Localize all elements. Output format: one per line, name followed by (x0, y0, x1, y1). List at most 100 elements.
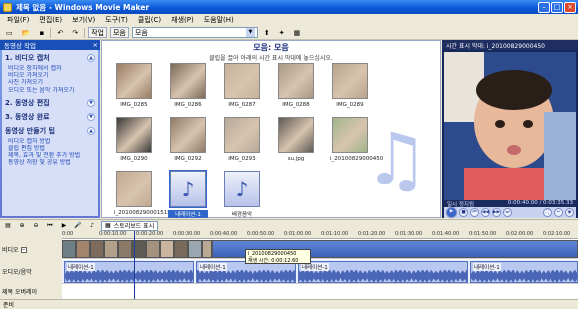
collection-clip[interactable]: IMG_0288 (276, 63, 316, 108)
task-group-header[interactable]: 3. 동영상 완료 ▼ (5, 112, 95, 122)
audio-clip[interactable]: 내레이션-1 (64, 261, 194, 283)
next-frame-icon[interactable]: ⏭ (503, 208, 512, 217)
audio-clip-label: 내레이션-1 (473, 263, 501, 271)
menu-help[interactable]: 도움말(H) (199, 15, 239, 25)
video-clip[interactable] (118, 240, 132, 258)
collection-select[interactable]: 모음 ▼ (131, 27, 258, 38)
audio-track[interactable]: 내레이션-1 내레이션-1 내레이션-1 내레이션-1 (62, 260, 578, 284)
new-folder-icon[interactable]: ✦ (276, 27, 288, 38)
collection-clip[interactable]: IMG_0289 (330, 63, 370, 108)
video-clip[interactable] (188, 240, 202, 258)
up-folder-icon[interactable]: ⬆ (261, 27, 273, 38)
photo-thumbnail (116, 171, 152, 207)
playhead-indicator[interactable] (134, 231, 135, 299)
chevron-up-icon[interactable]: ▲ (87, 54, 95, 62)
track-label-audio[interactable]: 오디오/음악 (2, 267, 32, 276)
zoom-in-icon[interactable]: ⊕ (17, 221, 27, 230)
video-clip[interactable] (90, 240, 104, 258)
menu-view[interactable]: 보기(V) (67, 15, 100, 25)
save-project-icon[interactable]: ▪ (36, 27, 47, 38)
collection-clip[interactable]: i_201008290001515 (114, 171, 171, 216)
rewind-timeline-icon[interactable]: ⏮ (45, 221, 55, 230)
timeline-menu-icon[interactable]: ▤ (3, 221, 13, 230)
task-link[interactable]: 클립 편집 방법 (5, 145, 95, 152)
task-link[interactable]: 비디오 캡처 방법 (5, 138, 95, 145)
previous-frame-icon[interactable]: ⏮ (470, 208, 479, 217)
new-project-icon[interactable]: ▭ (3, 27, 16, 38)
task-link[interactable]: 오디오 또는 음악 가져오기 (5, 87, 95, 94)
ruler-tick-label: 0:01:20.00 (358, 231, 386, 237)
chevron-down-icon[interactable]: ▼ (87, 98, 95, 107)
close-pane-icon[interactable]: × (93, 41, 98, 49)
open-project-icon[interactable]: 📂 (19, 27, 34, 38)
minimize-button[interactable]: – (538, 1, 550, 13)
menu-file[interactable]: 파일(F) (2, 15, 34, 25)
play-icon[interactable]: ▶ (446, 207, 457, 218)
views-icon[interactable]: ▦ (291, 27, 304, 38)
fast-forward-icon[interactable]: ▶▶ (492, 208, 501, 217)
video-track[interactable] (62, 239, 578, 259)
audio-track-label: 오디오/음악 (2, 269, 32, 276)
zoom-out-icon[interactable]: ⊖ (31, 221, 41, 230)
task-link[interactable]: 제목, 효과 및 전환 추가 방법 (5, 152, 95, 159)
maximize-button[interactable]: □ (551, 1, 563, 13)
task-group-header[interactable]: 2. 동영상 편집 ▼ (5, 98, 95, 108)
stop-icon[interactable]: ■ (459, 208, 468, 217)
status-bar: 준비 (0, 299, 578, 309)
chevron-down-icon[interactable]: ▼ (87, 112, 95, 121)
audio-clip[interactable]: 내레이션-1 (470, 261, 578, 283)
narrate-icon[interactable]: 🎤 (73, 221, 83, 230)
track-label-video[interactable]: 비디오 − (2, 245, 27, 254)
close-button[interactable]: × (564, 1, 576, 13)
collection-clip[interactable]: ♪ 배경음악 (222, 171, 262, 218)
video-clip[interactable] (146, 240, 160, 258)
fullscreen-icon[interactable]: ⛶ (543, 208, 552, 217)
undo-icon[interactable]: ↶ (54, 27, 66, 38)
window-title: 제목 없음 - Windows Movie Maker (16, 2, 150, 12)
expand-icon[interactable]: − (20, 246, 27, 253)
task-link[interactable]: 동영상 저장 및 공유 방법 (5, 159, 95, 166)
track-label-title[interactable]: 제목 오버레이 (2, 287, 37, 296)
collection-clip[interactable]: IMG_0286 (168, 63, 208, 108)
video-clip[interactable] (62, 240, 76, 258)
split-icon[interactable]: ✂ (554, 208, 563, 217)
menu-edit[interactable]: 편집(E) (34, 15, 67, 25)
collection-clip[interactable]: su.jpg (276, 117, 316, 162)
task-group-header[interactable]: 1. 비디오 캡처 ▲ (5, 53, 95, 63)
audio-levels-icon[interactable]: ♪ (87, 221, 97, 230)
collections-button[interactable]: 모음 (109, 27, 129, 38)
chevron-up-icon[interactable]: ▲ (87, 126, 95, 135)
tasks-button-label: 작업 (91, 28, 104, 37)
task-link[interactable]: 사진 가져오기 (5, 79, 95, 86)
collection-clip[interactable]: IMG_0285 (114, 63, 154, 108)
task-link[interactable]: 비디오 장치에서 캡처 (5, 65, 95, 72)
tasks-button[interactable]: 작업 (88, 27, 107, 38)
collection-clip[interactable]: IMG_0287 (222, 63, 262, 108)
video-clip[interactable] (174, 240, 188, 258)
menu-tools[interactable]: 도구(T) (100, 15, 133, 25)
collection-clip[interactable]: i_20100829000450 (330, 117, 383, 162)
clip-name: IMG_0286 (174, 102, 202, 108)
redo-icon[interactable]: ↷ (69, 27, 81, 38)
menu-play[interactable]: 재생(P) (166, 15, 199, 25)
audio-waveform (471, 270, 577, 282)
audio-clip[interactable]: 내레이션-1 (298, 261, 468, 283)
video-clip[interactable] (104, 240, 118, 258)
video-clip[interactable] (202, 240, 212, 258)
collection-clip[interactable]: IMG_0292 (168, 117, 208, 162)
collection-clip[interactable]: ♪ 내레이션-1 (168, 170, 208, 218)
video-clip[interactable] (160, 240, 174, 258)
task-link[interactable]: 비디오 가져오기 (5, 72, 95, 79)
menu-clip[interactable]: 클립(C) (133, 15, 166, 25)
audio-clip[interactable]: 내레이션-1 (196, 261, 296, 283)
snapshot-icon[interactable]: ◉ (565, 208, 574, 217)
play-timeline-icon[interactable]: ▶ (59, 221, 69, 230)
task-group-header[interactable]: 동영상 만들기 팁 ▲ (5, 126, 95, 136)
timeline-ruler[interactable]: 0:00 0:00:10.00 0:00:20.00 0:00:30.00 0:00:4… (62, 231, 578, 239)
title-overlay-track[interactable] (62, 285, 578, 299)
collection-clip[interactable]: IMG_0293 (222, 117, 262, 162)
video-clip[interactable] (76, 240, 90, 258)
rewind-icon[interactable]: ◀◀ (481, 208, 490, 217)
collection-clip[interactable]: IMG_0290 (114, 117, 154, 162)
storyboard-toggle[interactable]: ▦ 스토리보드 표시 (101, 220, 159, 231)
